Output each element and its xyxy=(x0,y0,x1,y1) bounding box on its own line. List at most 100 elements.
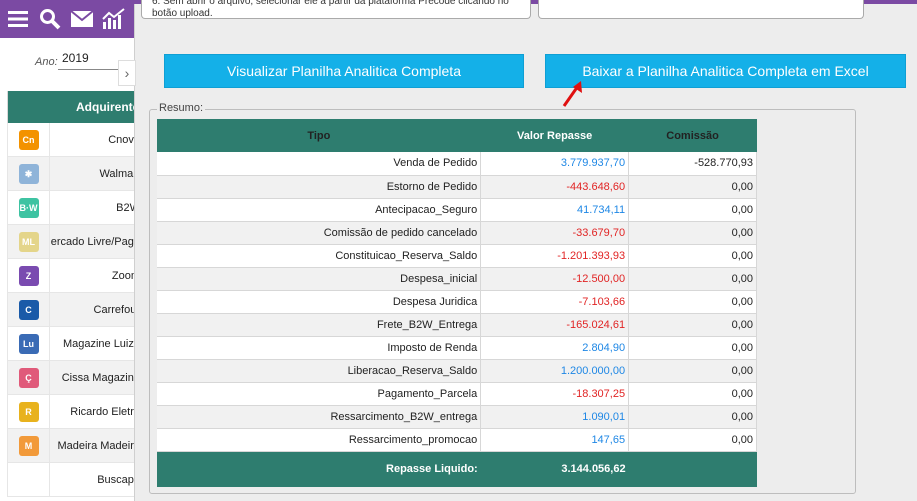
resumo-row: Estorno de Pedido -443.648,60 0,00 xyxy=(157,175,757,199)
adquirente-logo-icon: Ç xyxy=(8,361,50,395)
adquirente-row[interactable]: ✱ Walmart xyxy=(7,157,140,191)
adquirente-name: Ricardo Eletro xyxy=(70,406,140,418)
row-valor-repasse: -1.201.393,93 xyxy=(480,244,630,268)
search-icon[interactable] xyxy=(38,7,62,31)
row-tipo: Despesa Juridica xyxy=(157,290,482,314)
adquirente-logo-icon: B·W xyxy=(8,191,50,225)
row-tipo: Comissão de pedido cancelado xyxy=(157,221,482,245)
row-comissao: 0,00 xyxy=(628,359,757,383)
adquirente-name: Walmart xyxy=(99,168,140,180)
menu-icon[interactable] xyxy=(6,7,30,31)
row-tipo: Antecipacao_Seguro xyxy=(157,198,482,222)
repasse-liquido-label: Repasse Liquido: xyxy=(157,451,481,487)
adquirente-row[interactable]: Lu Magazine Luiza xyxy=(7,327,140,361)
adquirente-row[interactable]: Z Zoom xyxy=(7,259,140,293)
logo-badge: R xyxy=(18,402,39,422)
row-valor-repasse: 3.779.937,70 xyxy=(480,152,630,176)
row-valor-repasse: -18.307,25 xyxy=(480,382,630,406)
row-tipo: Despesa_inicial xyxy=(157,267,482,291)
chart-icon[interactable] xyxy=(102,7,126,31)
row-tipo: Estorno de Pedido xyxy=(157,175,482,199)
resumo-row: Pagamento_Parcela -18.307,25 0,00 xyxy=(157,382,757,406)
adquirente-logo-icon: C xyxy=(8,293,50,327)
instruction-note: 6. Sem abrir o arquivo, selecionar ele a… xyxy=(141,0,531,19)
view-spreadsheet-button[interactable]: Visualizar Planilha Analitica Completa xyxy=(164,54,524,88)
row-valor-repasse: 41.734,11 xyxy=(480,198,630,222)
logo-badge: C xyxy=(18,300,39,320)
adquirente-row[interactable]: M Madeira Madeira xyxy=(7,429,140,463)
red-arrow-icon xyxy=(562,81,582,107)
adquirente-row[interactable]: ML Mercado Livre/Pago xyxy=(7,225,140,259)
logo-badge: M xyxy=(18,436,39,456)
footer-empty-cell xyxy=(628,451,757,487)
header-valor-repasse[interactable]: Valor Repasse xyxy=(480,119,629,152)
adquirente-logo-icon: ML xyxy=(8,225,50,259)
adquirente-table: Adquirente Cn Cnova ✱ Walmart B·W B2W ML Mercad… xyxy=(7,91,140,497)
adquirente-name: Carrefour xyxy=(93,304,140,316)
resumo-row: Liberacao_Reserva_Saldo 1.200.000,00 0,00 xyxy=(157,359,757,383)
row-comissao: 0,00 xyxy=(628,198,757,222)
top-toolbar xyxy=(0,0,140,38)
resumo-row: Ressarcimento_B2W_entrega 1.090,01 0,00 xyxy=(157,405,757,429)
row-comissao: 0,00 xyxy=(628,428,757,452)
adquirente-row[interactable]: R Ricardo Eletro xyxy=(7,395,140,429)
adquirente-row[interactable]: C Carrefour xyxy=(7,293,140,327)
header-comissao[interactable]: Comissão xyxy=(628,119,757,152)
logo-badge: Z xyxy=(18,266,39,286)
row-comissao: 0,00 xyxy=(628,221,757,245)
adquirente-name: Cissa Magazine xyxy=(61,372,140,384)
adquirente-logo-icon: M xyxy=(8,429,50,463)
row-comissao: 0,00 xyxy=(628,244,757,268)
row-comissao: 0,00 xyxy=(628,175,757,199)
resumo-row: Venda de Pedido 3.779.937,70 -528.770,93 xyxy=(157,152,757,176)
chevron-right-icon[interactable]: › xyxy=(118,60,136,86)
resumo-table: Tipo Valor Repasse Comissão Venda de Ped… xyxy=(157,119,757,487)
resumo-footer-row: Repasse Liquido: 3.144.056,62 xyxy=(157,451,757,487)
logo-badge xyxy=(18,470,39,490)
resumo-row: Antecipacao_Seguro 41.734,11 0,00 xyxy=(157,198,757,222)
row-tipo: Venda de Pedido xyxy=(157,152,482,176)
download-excel-button[interactable]: Baixar a Planilha Analitica Completa em … xyxy=(545,54,906,88)
row-comissao: 0,00 xyxy=(628,267,757,291)
adquirente-row[interactable]: Buscapé xyxy=(7,463,140,497)
row-tipo: Liberacao_Reserva_Saldo xyxy=(157,359,482,383)
adquirente-header: Adquirente xyxy=(7,91,140,123)
ano-label: Ano: xyxy=(35,56,58,68)
adquirente-row[interactable]: Cn Cnova xyxy=(7,123,140,157)
logo-badge: Lu xyxy=(18,334,39,354)
resumo-header-row: Tipo Valor Repasse Comissão xyxy=(157,119,757,152)
adquirente-name: Magazine Luiza xyxy=(62,338,140,350)
resumo-row: Comissão de pedido cancelado -33.679,70 0,… xyxy=(157,221,757,245)
row-comissao: 0,00 xyxy=(628,336,757,360)
row-comissao: 0,00 xyxy=(628,405,757,429)
resumo-legend: Resumo: xyxy=(157,102,206,114)
adquirente-logo-icon: ✱ xyxy=(8,157,50,191)
row-valor-repasse: 2.804,90 xyxy=(480,336,630,360)
adquirente-row[interactable]: B·W B2W xyxy=(7,191,140,225)
resumo-row: Imposto de Renda 2.804,90 0,00 xyxy=(157,336,757,360)
logo-badge: B·W xyxy=(18,198,39,218)
logo-badge: Cn xyxy=(18,130,39,150)
mail-icon[interactable] xyxy=(70,7,94,31)
adquirente-name: Cnova xyxy=(108,134,140,146)
resumo-row: Constituicao_Reserva_Saldo -1.201.393,93 0… xyxy=(157,244,757,268)
row-valor-repasse: -12.500,00 xyxy=(480,267,630,291)
adquirente-name: Mercado Livre/Pago xyxy=(50,236,140,248)
row-valor-repasse: 1.090,01 xyxy=(480,405,630,429)
adquirente-logo-icon xyxy=(8,463,50,497)
adquirente-name: Zoom xyxy=(111,270,140,282)
adquirente-logo-icon: R xyxy=(8,395,50,429)
adquirente-logo-icon: Z xyxy=(8,259,50,293)
adquirente-row[interactable]: Ç Cissa Magazine xyxy=(7,361,140,395)
row-comissao: 0,00 xyxy=(628,382,757,406)
adquirente-name: Madeira Madeira xyxy=(57,440,140,452)
header-tipo[interactable]: Tipo xyxy=(157,119,481,152)
row-tipo: Imposto de Renda xyxy=(157,336,482,360)
row-valor-repasse: -7.103,66 xyxy=(480,290,630,314)
resumo-row: Ressarcimento_promocao 147,65 0,00 xyxy=(157,428,757,452)
row-valor-repasse: -165.024,61 xyxy=(480,313,630,337)
row-valor-repasse: -443.648,60 xyxy=(480,175,630,199)
adquirente-name: B2W xyxy=(116,202,140,214)
logo-badge: Ç xyxy=(18,368,39,388)
resumo-row: Frete_B2W_Entrega -165.024,61 0,00 xyxy=(157,313,757,337)
